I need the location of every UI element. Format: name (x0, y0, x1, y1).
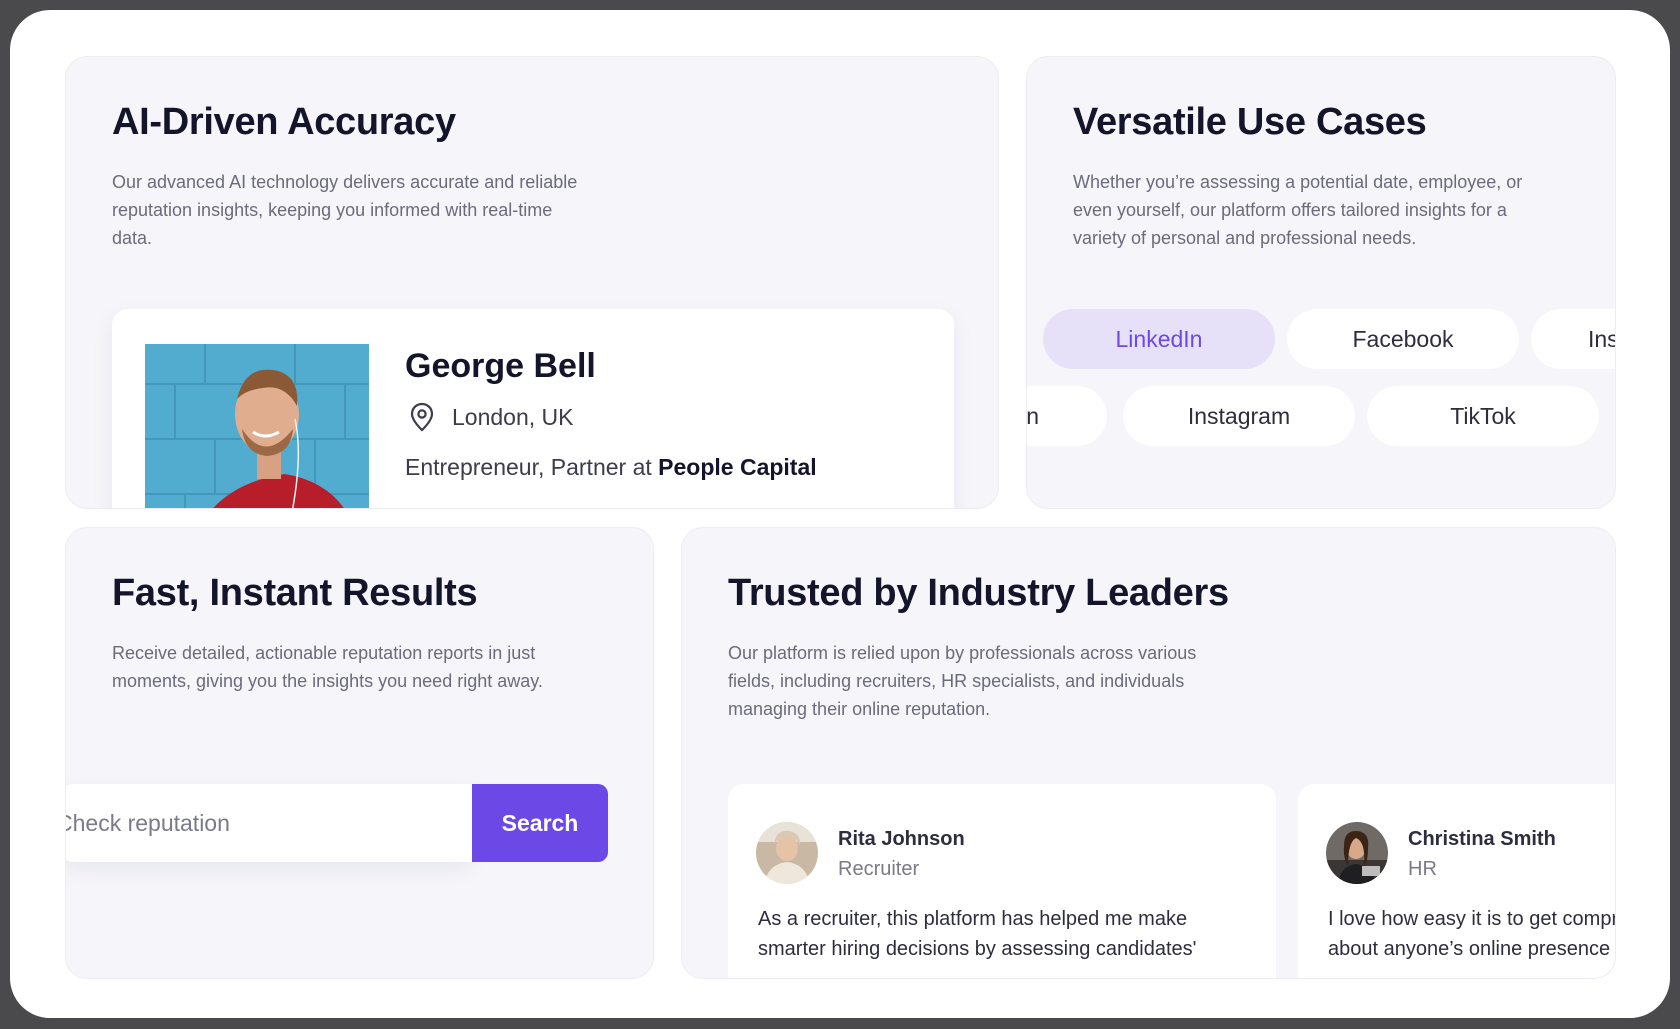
card-title: Versatile Use Cases (1073, 101, 1427, 143)
feature-card-use-cases: Versatile Use Cases Whether you’re asses… (1026, 56, 1616, 509)
pill-instagram-2[interactable]: Instagram (1123, 386, 1355, 446)
profile-card[interactable]: George Bell London, UK Entrepreneur, Par… (112, 309, 954, 508)
reviewer-role: HR (1408, 858, 1437, 880)
profile-photo (145, 344, 369, 508)
location-pin-icon (410, 402, 434, 432)
review-text-line: smarter hiring decisions by assessing ca… (758, 938, 1197, 960)
pill-facebook[interactable]: Facebook (1287, 309, 1519, 369)
pill-linkedin-2[interactable]: LinkedIn (1027, 386, 1107, 446)
pill-linkedin[interactable]: LinkedIn (1043, 309, 1275, 369)
card-title: Fast, Instant Results (112, 572, 478, 614)
card-description: Whether you’re assessing a potential dat… (1073, 172, 1523, 248)
avatar (1326, 822, 1388, 884)
card-title: Trusted by Industry Leaders (728, 572, 1229, 614)
reviewer-name: Christina Smith (1408, 828, 1556, 850)
review-text-line: about anyone’s online presence (1328, 938, 1611, 960)
profile-name: George Bell (405, 347, 596, 385)
review-text: I love how easy it is to get comprehensi… (1328, 904, 1615, 964)
feature-card-ai-accuracy: AI-Driven Accuracy Our advanced AI techn… (65, 56, 999, 509)
feature-card-trusted: Trusted by Industry Leaders Our platform… (681, 527, 1616, 979)
card-description: Our platform is relied upon by professio… (728, 643, 1197, 719)
reviewer-name: Rita Johnson (838, 828, 965, 850)
reviewer-role: Recruiter (838, 858, 920, 880)
review-text-line: I love how easy it is to get comprehensi… (1328, 908, 1615, 930)
review-card: Christina Smith HR I love how easy it is… (1298, 784, 1615, 978)
card-description: Our advanced AI technology delivers accu… (112, 172, 578, 248)
profile-location: London, UK (452, 404, 574, 430)
search-box (66, 784, 472, 862)
pill-instagram[interactable]: Instagram (1531, 309, 1615, 369)
role-text: Entrepreneur, Partner at (405, 454, 659, 480)
app-frame: AI-Driven Accuracy Our advanced AI techn… (10, 10, 1670, 1018)
feature-card-fast-results: Fast, Instant Results Receive detailed, … (65, 527, 654, 979)
card-description: Receive detailed, actionable reputation … (112, 643, 543, 691)
avatar (756, 822, 818, 884)
review-text-line: As a recruiter, this platform has helped… (758, 908, 1188, 930)
company-name: People Capital (658, 454, 817, 480)
pill-tiktok[interactable]: TikTok (1367, 386, 1599, 446)
card-title: AI-Driven Accuracy (112, 101, 456, 143)
search-button[interactable]: Search (472, 784, 608, 862)
review-card: Rita Johnson Recruiter As a recruiter, t… (728, 784, 1276, 978)
profile-role: Entrepreneur, Partner at People Capital (405, 454, 817, 481)
review-text: As a recruiter, this platform has helped… (758, 904, 1238, 964)
search-input[interactable] (66, 809, 472, 837)
